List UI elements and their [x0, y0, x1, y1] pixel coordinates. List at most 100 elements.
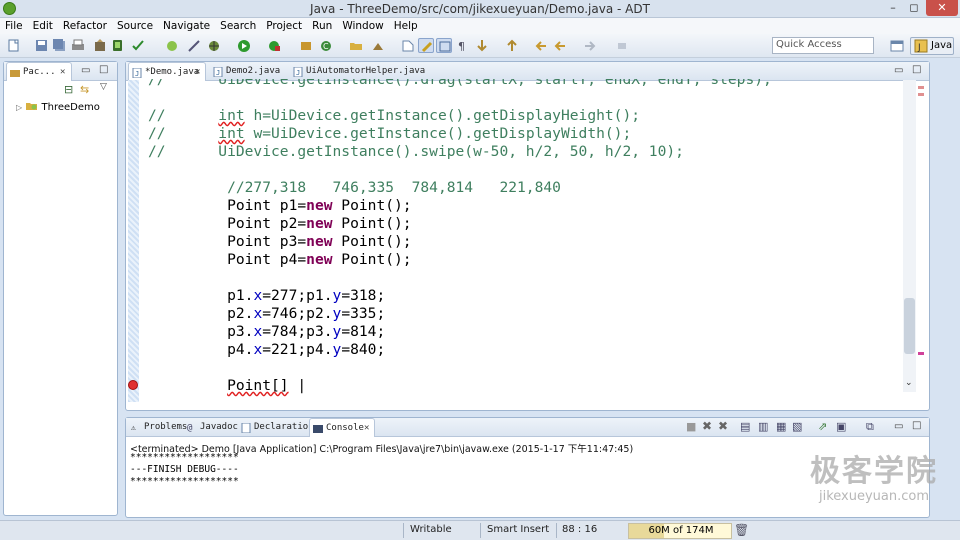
code-line[interactable]: p2.x=746;p2.y=335; — [148, 305, 385, 323]
tab-console[interactable]: Console ✕ — [309, 418, 375, 437]
tree-item-threedemo[interactable]: ▷ ThreeDemo — [16, 100, 100, 114]
maximize-console-icon[interactable]: □ — [912, 420, 921, 431]
tab-declaration[interactable]: Declaration — [238, 418, 314, 437]
show-on-output-icon[interactable]: ▦ — [776, 420, 786, 433]
back-icon[interactable] — [552, 38, 568, 53]
error-marker-icon[interactable] — [128, 380, 138, 390]
pin-editor-icon[interactable] — [614, 38, 630, 53]
new-icon[interactable] — [6, 38, 22, 53]
tab-problems[interactable]: ⚠ Problems — [128, 418, 187, 437]
menu-source[interactable]: Source — [112, 18, 158, 34]
save-icon[interactable] — [34, 38, 50, 53]
mark-occurrences-icon[interactable] — [418, 38, 434, 53]
show-whitespace-icon[interactable]: ¶ — [454, 38, 470, 53]
console-output[interactable]: ******************* ---FINISH DEBUG---- … — [130, 452, 239, 488]
lint-icon[interactable] — [130, 38, 146, 53]
debug-icon[interactable] — [206, 38, 222, 53]
code-token: new — [306, 233, 333, 250]
terminate-icon[interactable]: ■ — [686, 420, 696, 433]
close-button[interactable]: ✕ — [926, 0, 958, 16]
editor-scrollbar[interactable]: ⌄ — [903, 80, 916, 392]
skip-breakpoints-icon[interactable] — [186, 38, 202, 53]
clear-console-icon[interactable]: ▤ — [740, 420, 750, 433]
minimize-console-icon[interactable]: ▭ — [894, 421, 903, 432]
maximize-editor-icon[interactable]: □ — [912, 64, 921, 75]
open-type-icon[interactable] — [348, 38, 364, 53]
overview-marker[interactable] — [918, 93, 924, 96]
maximize-view-icon[interactable]: □ — [99, 64, 108, 75]
code-line[interactable]: // int w=UiDevice.getInstance().getDispl… — [148, 125, 631, 143]
open-perspective-icon[interactable] — [889, 38, 905, 53]
scroll-lock-icon[interactable]: ▥ — [758, 420, 768, 433]
overview-marker[interactable] — [918, 86, 924, 89]
menu-file[interactable]: File — [0, 18, 28, 34]
menu-search[interactable]: Search — [215, 18, 261, 34]
minimize-view-icon[interactable]: ▭ — [81, 65, 90, 76]
quick-access-input[interactable]: Quick Access — [772, 37, 874, 54]
minimize-editor-icon[interactable]: ▭ — [894, 65, 903, 76]
block-selection-icon[interactable] — [436, 38, 452, 53]
menu-help[interactable]: Help — [389, 18, 423, 34]
remove-launch-icon[interactable]: ✖ — [702, 419, 712, 433]
menu-refactor[interactable]: Refactor — [58, 18, 112, 34]
code-line[interactable]: p3.x=784;p3.y=814; — [148, 323, 385, 341]
code-token: =814; — [341, 323, 386, 340]
overview-marker[interactable] — [918, 352, 924, 355]
last-edit-icon[interactable] — [534, 38, 550, 53]
close-tab-icon[interactable]: ✕ — [364, 419, 369, 438]
pin-console-icon[interactable]: ⇗ — [818, 420, 827, 433]
code-line[interactable]: // int h=UiDevice.getInstance().getDispl… — [148, 107, 640, 125]
code-line[interactable]: // UiDevice.getInstance().drag(startX, s… — [148, 79, 772, 89]
scroll-down-arrow-icon[interactable]: ⌄ — [905, 378, 913, 388]
status-insert-mode[interactable]: Smart Insert — [487, 524, 549, 535]
collapse-all-icon[interactable]: ⊟ — [64, 83, 73, 96]
view-menu-icon[interactable]: ▽ — [100, 82, 107, 92]
menu-project[interactable]: Project — [261, 18, 307, 34]
code-token: x — [253, 287, 263, 304]
show-on-error-icon[interactable]: ▧ — [792, 420, 802, 433]
heap-status[interactable]: 60M of 174M — [628, 523, 732, 539]
tab-javadoc[interactable]: @ Javadoc — [184, 418, 238, 437]
menu-window[interactable]: Window — [337, 18, 388, 34]
code-line[interactable]: Point p3=new Point(); — [148, 233, 412, 251]
forward-icon[interactable] — [582, 38, 598, 53]
code-line[interactable]: // UiDevice.getInstance().swipe(w-50, h/… — [148, 143, 684, 161]
sdk-manager-icon[interactable] — [92, 38, 108, 53]
new-package-icon[interactable] — [298, 38, 314, 53]
save-all-icon[interactable] — [52, 38, 68, 53]
external-tools-icon[interactable] — [266, 38, 282, 53]
avd-manager-icon[interactable] — [110, 38, 126, 53]
code-line[interactable]: //277,318 746,335 784,814 221,840 — [148, 179, 561, 197]
minimize-button[interactable]: – — [882, 0, 904, 16]
menu-navigate[interactable]: Navigate — [158, 18, 215, 34]
code-line[interactable]: Point p1=new Point(); — [148, 197, 412, 215]
display-console-icon[interactable]: ▣ — [836, 420, 846, 433]
editor-scrollbar-thumb[interactable] — [904, 298, 915, 354]
code-editor[interactable]: // UiDevice.getInstance().drag(startX, s… — [148, 79, 900, 402]
code-line[interactable]: Point[] | — [148, 377, 306, 395]
print-icon[interactable] — [70, 38, 86, 53]
remove-all-terminated-icon[interactable]: ✖ — [718, 419, 728, 433]
new-class-icon[interactable]: C — [318, 38, 334, 53]
code-line[interactable]: Point p4=new Point(); — [148, 251, 412, 269]
open-console-icon[interactable]: ⧉ — [866, 420, 874, 434]
previous-annotation-icon[interactable] — [504, 38, 520, 53]
code-token: new — [306, 197, 333, 214]
java-perspective-button[interactable]: J Java — [910, 37, 954, 55]
menu-edit[interactable]: Edit — [28, 18, 58, 34]
code-line[interactable]: p4.x=221;p4.y=840; — [148, 341, 385, 359]
search-icon[interactable] — [370, 38, 386, 53]
link-with-editor-icon[interactable]: ⇆ — [80, 83, 89, 96]
toggle-annotation-icon[interactable] — [400, 38, 416, 53]
restore-button[interactable]: ◻ — [904, 0, 924, 16]
code-line[interactable]: Point p2=new Point(); — [148, 215, 412, 233]
new-android-project-icon[interactable] — [164, 38, 180, 53]
menu-run[interactable]: Run — [307, 18, 337, 34]
run-gc-icon[interactable]: 🗑 — [734, 523, 749, 537]
close-tab-icon[interactable]: ✕ — [60, 63, 65, 82]
code-line[interactable]: p1.x=277;p1.y=318; — [148, 287, 385, 305]
tab-package-explorer[interactable]: Pac... ✕ — [6, 62, 72, 81]
run-icon[interactable] — [236, 38, 252, 53]
next-annotation-icon[interactable] — [474, 38, 490, 53]
expand-arrow-icon[interactable]: ▷ — [16, 103, 22, 112]
